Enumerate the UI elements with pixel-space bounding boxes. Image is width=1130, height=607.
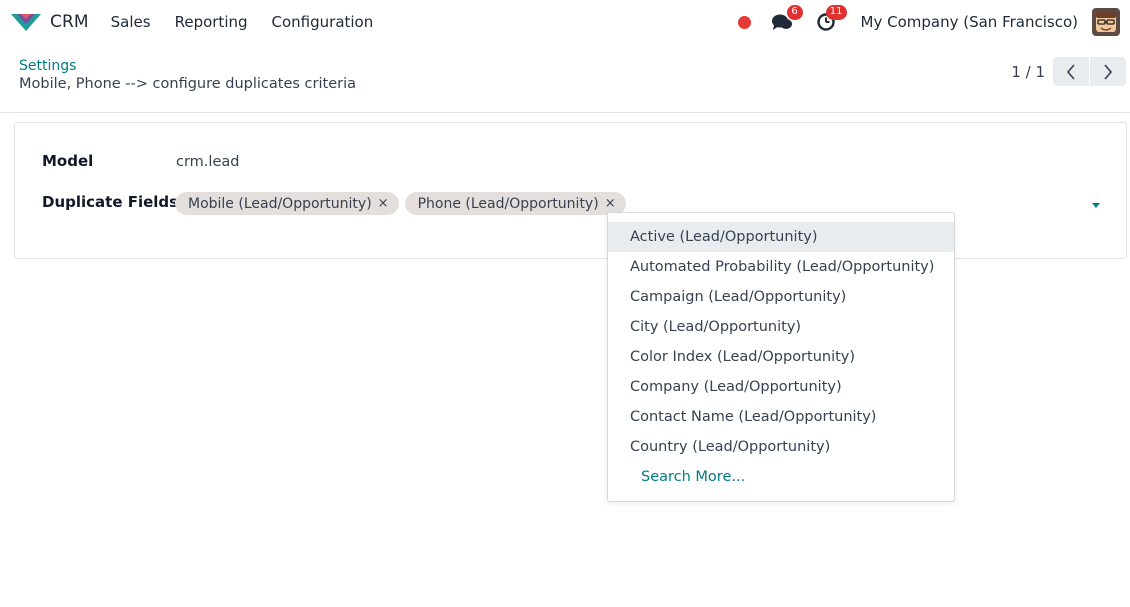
- company-switcher[interactable]: My Company (San Francisco): [861, 13, 1078, 31]
- duplicate-fields-tags: Mobile (Lead/Opportunity) × Phone (Lead/…: [175, 192, 626, 215]
- form-sheet: Model crm.lead Duplicate Fields Mobile (…: [14, 122, 1127, 259]
- pager: 1 / 1: [1011, 57, 1126, 86]
- pager-value[interactable]: 1 / 1: [1011, 63, 1045, 81]
- breadcrumb-current: Mobile, Phone --> configure duplicates c…: [19, 76, 356, 92]
- model-label: Model: [42, 152, 94, 170]
- autocomplete-option[interactable]: Company (Lead/Opportunity): [608, 372, 954, 402]
- duplicate-fields-label: Duplicate Fields: [42, 193, 179, 211]
- model-value: crm.lead: [176, 154, 240, 170]
- status-dot[interactable]: [737, 15, 751, 29]
- app-brand[interactable]: CRM: [10, 11, 89, 33]
- app-name: CRM: [50, 12, 89, 32]
- systray: 6 11 My Company (San Francisco): [737, 0, 1120, 44]
- control-panel: Settings Mobile, Phone --> configure dup…: [0, 44, 1130, 113]
- tag-phone: Phone (Lead/Opportunity) ×: [404, 192, 626, 215]
- chevron-left-icon: [1066, 63, 1075, 80]
- autocomplete-dropdown: Active (Lead/Opportunity) Automated Prob…: [607, 212, 955, 502]
- chevron-right-icon: [1104, 63, 1113, 80]
- tag-remove-button[interactable]: ×: [605, 196, 616, 211]
- messages-counter: 6: [786, 5, 803, 20]
- menu-configuration[interactable]: Configuration: [272, 13, 374, 31]
- tag-label: Phone (Lead/Opportunity): [417, 195, 599, 212]
- user-avatar[interactable]: [1092, 8, 1120, 36]
- tag-remove-button[interactable]: ×: [378, 196, 389, 211]
- tag-mobile: Mobile (Lead/Opportunity) ×: [175, 192, 399, 215]
- pager-next-button[interactable]: [1090, 57, 1126, 86]
- tag-label: Mobile (Lead/Opportunity): [188, 195, 372, 212]
- main-menu: Sales Reporting Configuration: [111, 13, 374, 31]
- autocomplete-option[interactable]: Campaign (Lead/Opportunity): [608, 282, 954, 312]
- autocomplete-option[interactable]: Active (Lead/Opportunity): [608, 222, 954, 252]
- autocomplete-option[interactable]: Contact Name (Lead/Opportunity): [608, 402, 954, 432]
- menu-reporting[interactable]: Reporting: [175, 13, 248, 31]
- caret-down-icon[interactable]: [1092, 203, 1100, 208]
- activities-button[interactable]: 11: [813, 5, 847, 34]
- autocomplete-option[interactable]: Automated Probability (Lead/Opportunity): [608, 252, 954, 282]
- avatar-image: [1092, 8, 1120, 36]
- search-more-link[interactable]: Search More...: [608, 462, 954, 492]
- messages-button[interactable]: 6: [769, 5, 803, 34]
- pager-previous-button[interactable]: [1053, 57, 1089, 86]
- autocomplete-option[interactable]: City (Lead/Opportunity): [608, 312, 954, 342]
- activities-counter: 11: [825, 5, 847, 20]
- autocomplete-option[interactable]: Color Index (Lead/Opportunity): [608, 342, 954, 372]
- top-navbar: CRM Sales Reporting Configuration 6 11 M…: [0, 0, 1130, 44]
- crm-logo-icon: [11, 14, 41, 31]
- menu-sales[interactable]: Sales: [111, 13, 151, 31]
- breadcrumb-settings[interactable]: Settings: [19, 58, 76, 74]
- autocomplete-option[interactable]: Country (Lead/Opportunity): [608, 432, 954, 462]
